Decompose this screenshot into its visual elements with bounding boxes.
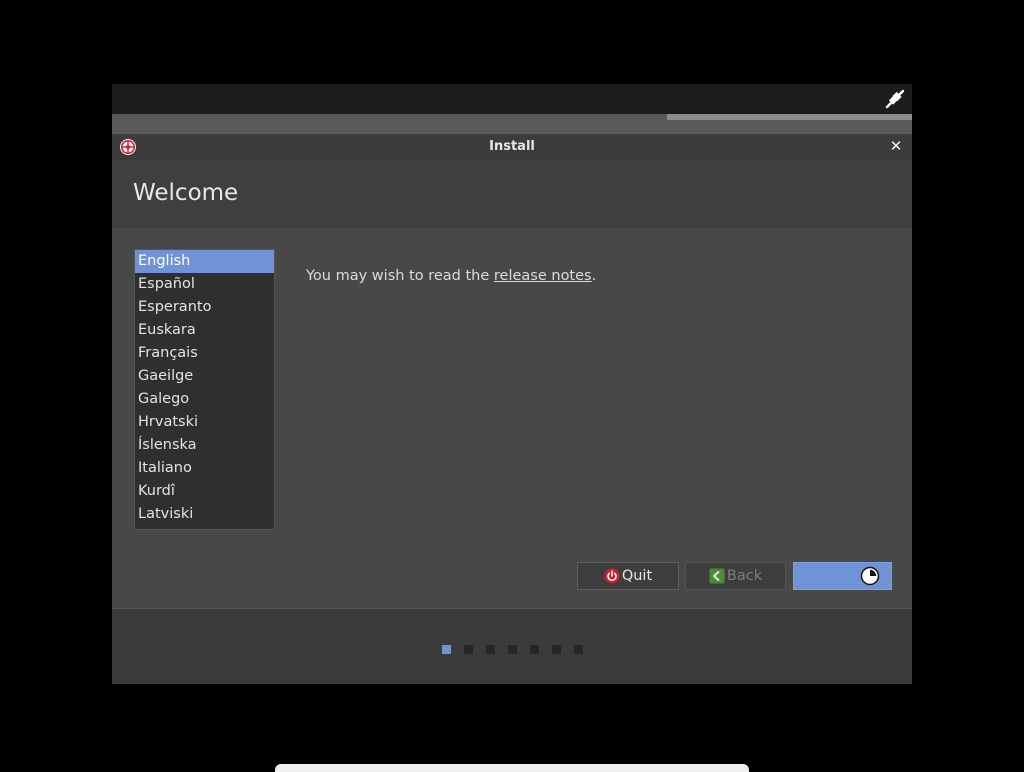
language-item[interactable]: Gaeilge [135, 365, 274, 388]
background-progress-fill [667, 114, 912, 120]
background-progress-strip [112, 114, 912, 134]
page-header: Welcome [112, 160, 912, 228]
language-item[interactable]: Français [135, 342, 274, 365]
language-item[interactable]: Galego [135, 388, 274, 411]
language-item[interactable]: Íslenska [135, 434, 274, 457]
wait-cursor-icon [860, 566, 880, 586]
back-arrow-icon [709, 568, 725, 584]
language-item[interactable]: Español [135, 273, 274, 296]
release-notes-text: You may wish to read the release notes. [306, 268, 596, 284]
language-item[interactable]: Esperanto [135, 296, 274, 319]
page-title: Welcome [133, 180, 239, 206]
language-item[interactable]: Latviski [135, 503, 274, 526]
step-dot [486, 645, 495, 654]
back-label: Back [726, 568, 763, 584]
back-button[interactable]: Back [685, 562, 786, 590]
language-item[interactable]: Italiano [135, 457, 274, 480]
continue-label: Continue [802, 568, 869, 584]
step-dot [530, 645, 539, 654]
step-indicator [442, 645, 596, 654]
window-title: Install [489, 139, 535, 154]
power-icon [604, 568, 620, 584]
top-panel [112, 84, 912, 114]
quit-button[interactable]: Quit [577, 562, 679, 590]
quit-label: Quit [621, 568, 653, 584]
language-item[interactable]: English [135, 250, 274, 273]
language-item[interactable]: Euskara [135, 319, 274, 342]
step-footer [112, 608, 912, 684]
step-dot [552, 645, 561, 654]
language-list[interactable]: English Español Esperanto Euskara França… [134, 249, 275, 530]
step-dot-current [442, 645, 451, 654]
release-notes-prefix: You may wish to read the [306, 268, 494, 284]
network-icon[interactable] [884, 88, 906, 110]
continue-button[interactable]: Continue [793, 562, 892, 590]
bottom-dock-edge [275, 764, 749, 772]
step-dot [464, 645, 473, 654]
title-bar: Install ✕ [112, 134, 912, 160]
installer-window: Install ✕ Welcome English Español Espera… [112, 134, 912, 684]
language-item[interactable]: Kurdî [135, 480, 274, 503]
release-notes-suffix: . [591, 268, 597, 284]
language-item[interactable]: Hrvatski [135, 411, 274, 434]
release-notes-link[interactable]: release notes [494, 268, 592, 284]
step-dot [574, 645, 583, 654]
step-dot [508, 645, 517, 654]
close-icon: ✕ [889, 137, 903, 155]
close-button[interactable]: ✕ [888, 137, 904, 155]
